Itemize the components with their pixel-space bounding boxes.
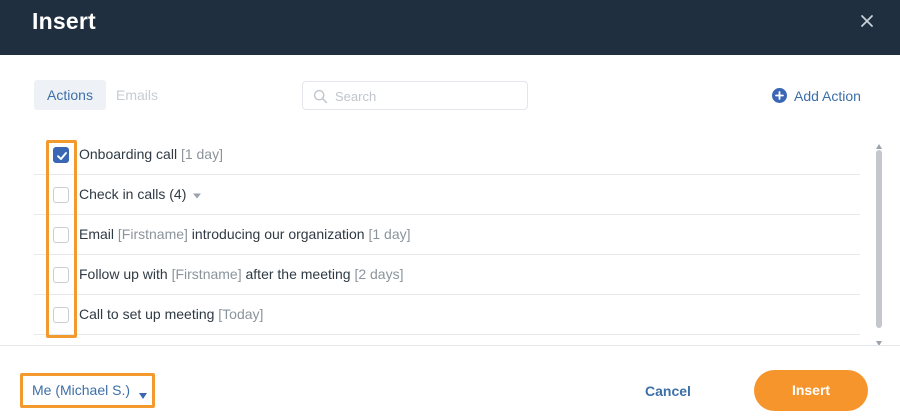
action-label: Follow up with [Firstname] after the mee… bbox=[79, 266, 403, 282]
action-placeholder: [Firstname] bbox=[117, 226, 188, 242]
add-action-label: Add Action bbox=[794, 88, 861, 104]
actions-list: Onboarding call [1 day] Check in calls (… bbox=[34, 135, 860, 345]
scrollbar-thumb[interactable] bbox=[876, 150, 882, 328]
action-row: Email [Firstname] introducing our organi… bbox=[34, 215, 860, 255]
action-checkbox[interactable] bbox=[53, 227, 69, 243]
action-delay: [2 days] bbox=[354, 266, 404, 282]
insert-button[interactable]: Insert bbox=[754, 370, 868, 411]
search-icon bbox=[313, 89, 328, 104]
action-checkbox[interactable] bbox=[53, 267, 69, 283]
close-icon[interactable] bbox=[856, 10, 878, 32]
action-placeholder: [Firstname] bbox=[171, 266, 242, 282]
action-name: Email bbox=[79, 226, 118, 242]
action-row: Call to set up meeting [Today] bbox=[34, 295, 860, 335]
list-scrollbar[interactable] bbox=[875, 138, 883, 346]
action-delay: [1 day] bbox=[368, 226, 411, 242]
cancel-button[interactable]: Cancel bbox=[628, 381, 708, 401]
plus-circle-icon bbox=[772, 88, 787, 103]
owner-dropdown[interactable]: Me (Michael S.) bbox=[20, 373, 155, 408]
toolbar: Actions Emails Add Action bbox=[0, 80, 900, 112]
action-name: Follow up with bbox=[79, 266, 172, 282]
action-name: Call to set up meeting bbox=[79, 306, 219, 322]
tab-actions[interactable]: Actions bbox=[34, 80, 106, 110]
action-delay: [Today] bbox=[218, 306, 264, 322]
action-row: Onboarding call [1 day] bbox=[34, 135, 860, 175]
action-label: Check in calls (4) bbox=[79, 186, 202, 203]
chevron-down-icon bbox=[138, 387, 148, 405]
tab-emails[interactable]: Emails bbox=[116, 80, 158, 110]
dialog-header: Insert bbox=[0, 0, 900, 55]
owner-label: Me (Michael S.) bbox=[32, 382, 131, 398]
action-row: Check in calls (4) bbox=[34, 175, 860, 215]
action-label: Call to set up meeting [Today] bbox=[79, 306, 263, 322]
action-name: introducing our organization bbox=[187, 226, 369, 242]
action-checkbox[interactable] bbox=[53, 307, 69, 323]
search-input[interactable] bbox=[335, 86, 520, 106]
action-checkbox[interactable] bbox=[53, 147, 69, 163]
search-box bbox=[302, 81, 528, 110]
action-row: Follow up with [Firstname] after the mee… bbox=[34, 255, 860, 295]
action-name: Check in calls (4) bbox=[79, 186, 187, 202]
action-name: after the meeting bbox=[241, 266, 355, 282]
action-delay: [1 day] bbox=[180, 146, 223, 162]
action-label: Email [Firstname] introducing our organi… bbox=[79, 226, 411, 242]
expand-caret-icon[interactable] bbox=[192, 187, 202, 203]
action-checkbox[interactable] bbox=[53, 187, 69, 203]
dialog-title: Insert bbox=[32, 8, 96, 34]
scroll-down-icon[interactable] bbox=[876, 334, 882, 352]
footer-divider bbox=[0, 345, 900, 346]
action-name: Onboarding call bbox=[79, 146, 181, 162]
action-label: Onboarding call [1 day] bbox=[79, 146, 223, 162]
